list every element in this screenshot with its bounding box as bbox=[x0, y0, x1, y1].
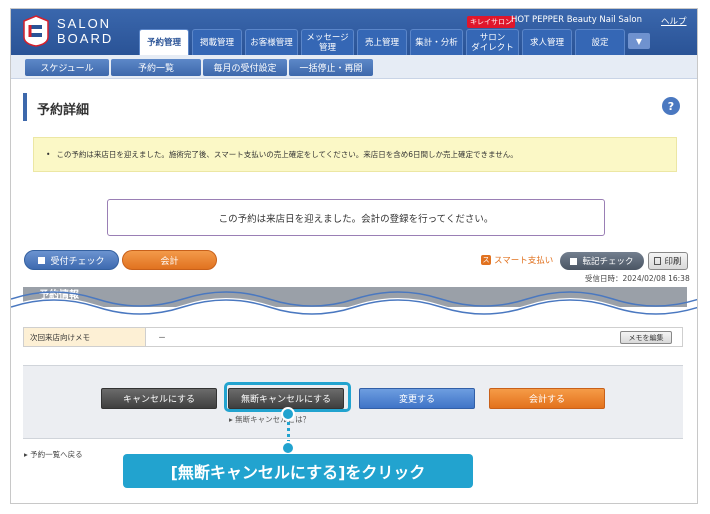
smart-pay-label: スマート支払い bbox=[494, 256, 554, 266]
change-button[interactable]: 変更する bbox=[359, 388, 475, 409]
kaikei-button[interactable]: 会計 bbox=[122, 250, 217, 270]
tab-salon-direct[interactable]: サロン ダイレクト bbox=[466, 29, 519, 55]
memo-label: 次回来店向けメモ bbox=[24, 328, 146, 346]
uketsuke-label: 受付チェック bbox=[50, 256, 105, 267]
checkbox-icon bbox=[570, 257, 578, 265]
tab-recruit[interactable]: 求人管理 bbox=[522, 29, 572, 55]
kirei-salon-badge: キレイサロン bbox=[467, 16, 515, 28]
logo-line1: SALON bbox=[57, 16, 112, 31]
checkout-message: この予約は来店日を迎えました。会計の登録を行ってください。 bbox=[107, 199, 605, 236]
subnav-reservation-list[interactable]: 予約一覧 bbox=[111, 59, 201, 76]
header: SALON BOARD キレイサロン HOT PEPPER Beauty Nai… bbox=[11, 9, 697, 55]
tab-analytics[interactable]: 集計・分析 bbox=[410, 29, 463, 55]
subnav-bulk-stop[interactable]: 一括停止・再開 bbox=[289, 59, 373, 76]
subnav-monthly-settings[interactable]: 毎月の受付設定 bbox=[203, 59, 287, 76]
back-to-list-link[interactable]: ▸ 予約一覧へ戻る bbox=[24, 449, 83, 460]
uketsuke-check-button[interactable]: 受付チェック bbox=[24, 250, 119, 270]
logo-line2: BOARD bbox=[57, 31, 114, 46]
printer-icon bbox=[654, 257, 662, 265]
sub-nav: スケジュール 予約一覧 毎月の受付設定 一括停止・再開 bbox=[11, 55, 697, 79]
salon-board-logo[interactable] bbox=[23, 15, 49, 47]
no-show-help-label: 無断キャンセルとは？ bbox=[235, 415, 311, 424]
callout-dot-top bbox=[281, 407, 295, 421]
smart-pay-icon: ス bbox=[481, 255, 491, 265]
memo-row: 次回来店向けメモ － メモを編集 bbox=[23, 327, 683, 347]
triangle-down-icon[interactable]: ▼ bbox=[628, 33, 650, 49]
print-button[interactable]: 印刷 bbox=[648, 252, 688, 270]
print-label: 印刷 bbox=[664, 257, 682, 267]
smart-pay-link[interactable]: ス スマート支払い bbox=[481, 254, 553, 266]
notice-banner: • この予約は来店日を迎えました。施術完了後、スマート支払いの売上確定をしてくだ… bbox=[33, 137, 677, 172]
memo-edit-button[interactable]: メモを編集 bbox=[620, 331, 672, 344]
tenki-label: 転記チェック bbox=[582, 257, 634, 267]
help-icon[interactable]: ? bbox=[662, 97, 680, 115]
notice-text: この予約は来店日を迎えました。施術完了後、スマート支払いの売上確定をしてください… bbox=[56, 150, 518, 159]
tab-customers[interactable]: お客様管理 bbox=[245, 29, 298, 55]
checkbox-icon bbox=[38, 256, 46, 264]
tenki-check-button[interactable]: 転記チェック bbox=[560, 252, 644, 270]
action-button-area: キャンセルにする 無断キャンセルにする 変更する 会計する bbox=[23, 365, 683, 439]
tab-listing[interactable]: 掲載管理 bbox=[192, 29, 242, 55]
callout-dot-bottom bbox=[281, 441, 295, 455]
bullet: • bbox=[46, 150, 51, 159]
checkout-button[interactable]: 会計する bbox=[489, 388, 605, 409]
brand-name: HOT PEPPER Beauty Nail Salon bbox=[511, 15, 642, 25]
instruction-callout: [無断キャンセルにする]をクリック bbox=[123, 454, 473, 488]
app-window: SALON BOARD キレイサロン HOT PEPPER Beauty Nai… bbox=[10, 8, 698, 504]
tab-settings[interactable]: 設定 bbox=[575, 29, 625, 55]
memo-value: － bbox=[158, 332, 166, 342]
main-nav: 予約管理 掲載管理 お客様管理 メッセージ 管理 売上管理 集計・分析 サロン … bbox=[139, 29, 650, 55]
title-accent-bar bbox=[23, 93, 27, 121]
cancel-button[interactable]: キャンセルにする bbox=[101, 388, 217, 409]
tab-messages[interactable]: メッセージ 管理 bbox=[301, 29, 354, 55]
back-label: 予約一覧へ戻る bbox=[30, 450, 83, 459]
logo-text: SALON BOARD bbox=[57, 16, 113, 46]
help-link[interactable]: ヘルプ bbox=[661, 15, 687, 27]
page-title: 予約詳細 bbox=[37, 103, 90, 118]
tab-sales[interactable]: 売上管理 bbox=[357, 29, 407, 55]
no-show-help-link[interactable]: ▸ 無断キャンセルとは？ bbox=[229, 414, 310, 425]
tab-reservation[interactable]: 予約管理 bbox=[139, 29, 189, 55]
subnav-schedule[interactable]: スケジュール bbox=[25, 59, 109, 76]
torn-edge-decoration bbox=[11, 291, 697, 327]
